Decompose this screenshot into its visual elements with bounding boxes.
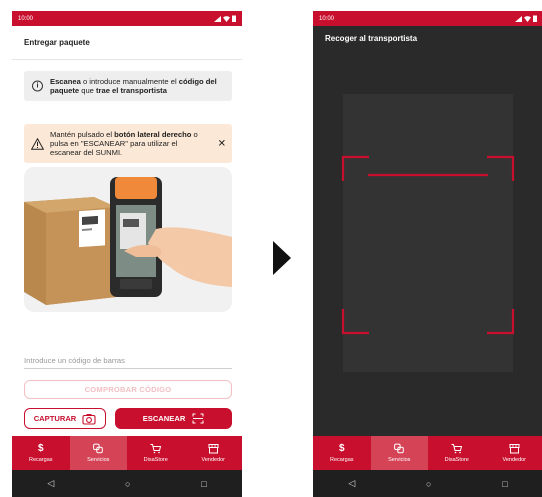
nav-disastore[interactable]: DisaStore xyxy=(127,436,185,470)
back-icon[interactable]: ◁ xyxy=(348,478,355,489)
info-text-2: que xyxy=(79,86,97,95)
camera-icon xyxy=(82,413,96,425)
status-bar: 10:00 xyxy=(12,11,242,26)
scan-corner-bottom-right xyxy=(487,309,515,335)
scan-frame-icon xyxy=(192,413,204,424)
capture-button-label: CAPTURAR xyxy=(33,414,77,423)
recents-icon[interactable]: □ xyxy=(201,479,206,489)
scanner-warning: Mantén pulsado el botón lateral derecho … xyxy=(24,124,232,163)
bottom-navigation: $ Recargas Servicios DisaStore Vendedor xyxy=(12,436,242,470)
store-icon xyxy=(208,444,219,454)
nav-label: Recargas xyxy=(28,457,53,463)
nav-recargas[interactable]: $ Recargas xyxy=(12,436,70,470)
scan-button-label: ESCANEAR xyxy=(142,414,186,423)
nav-disastore[interactable]: DisaStore xyxy=(428,436,486,470)
check-code-button[interactable]: COMPROBAR CÓDIGO xyxy=(24,380,232,399)
nav-recargas[interactable]: $ Recargas xyxy=(313,436,371,470)
system-navigation-bar: ◁ ○ □ xyxy=(12,470,242,497)
scan-frame-overlay xyxy=(341,155,515,335)
capture-button[interactable]: CAPTURAR xyxy=(24,408,106,429)
scan-button[interactable]: ESCANEAR xyxy=(115,408,232,429)
info-icon: i xyxy=(32,80,43,92)
flow-arrow-icon xyxy=(273,241,291,275)
dollar-icon: $ xyxy=(338,442,345,454)
left-phone-screen: 10:00 Entregar paquete i Escanea o intro… xyxy=(12,11,242,497)
status-time: 10:00 xyxy=(18,15,34,22)
scan-corner-top-left xyxy=(341,155,369,181)
info-text-1: o introduce manualmente el xyxy=(80,77,179,86)
signal-icon xyxy=(214,15,221,22)
system-navigation-bar: ◁ ○ □ xyxy=(313,470,542,497)
nav-vendedor[interactable]: Vendedor xyxy=(486,436,542,470)
page-title: Entregar paquete xyxy=(12,26,242,60)
nav-label: Servicios xyxy=(87,457,110,463)
scan-corner-top-right xyxy=(487,155,515,181)
nav-servicios[interactable]: Servicios xyxy=(370,436,428,470)
info-bold-scan: Escanea xyxy=(50,77,81,86)
wifi-icon xyxy=(223,15,230,22)
nav-label: DisaStore xyxy=(444,457,469,463)
scanner-illustration-image xyxy=(24,177,232,305)
nav-servicios[interactable]: Servicios xyxy=(69,436,127,470)
cart-icon xyxy=(451,444,463,454)
nav-label: Servicios xyxy=(388,457,411,463)
nav-label: Vendedor xyxy=(201,457,226,463)
home-icon[interactable]: ○ xyxy=(125,479,130,489)
warning-text-1: Mantén pulsado el xyxy=(50,130,115,139)
nav-label: DisaStore xyxy=(143,457,168,463)
scan-corner-bottom-left xyxy=(341,309,369,335)
cart-icon xyxy=(150,444,162,454)
info-message: i Escanea o introduce manualmente el cód… xyxy=(24,71,232,101)
close-icon[interactable]: ✕ xyxy=(218,139,226,149)
right-phone-screen: 10:00 Recoger al transportista $ Recarga… xyxy=(313,11,542,497)
recents-icon[interactable]: □ xyxy=(502,479,507,489)
home-icon[interactable]: ○ xyxy=(426,479,431,489)
back-icon[interactable]: ◁ xyxy=(47,478,54,489)
warning-icon xyxy=(31,137,44,150)
battery-icon xyxy=(232,15,236,22)
bottom-navigation: $ Recargas Servicios DisaStore Vendedor xyxy=(313,436,542,470)
dollar-icon: $ xyxy=(37,442,44,454)
services-icon xyxy=(394,443,405,454)
barcode-input[interactable]: Introduce un código de barras xyxy=(24,354,232,369)
nav-vendedor[interactable]: Vendedor xyxy=(185,436,243,470)
scanner-illustration xyxy=(24,167,232,312)
services-icon xyxy=(93,443,104,454)
warning-bold: botón lateral derecho xyxy=(114,130,192,139)
store-icon xyxy=(509,444,520,454)
nav-label: Vendedor xyxy=(502,457,527,463)
nav-label: Recargas xyxy=(329,457,354,463)
status-icons xyxy=(214,15,236,22)
info-bold-carrier: trae el transportista xyxy=(96,86,167,95)
